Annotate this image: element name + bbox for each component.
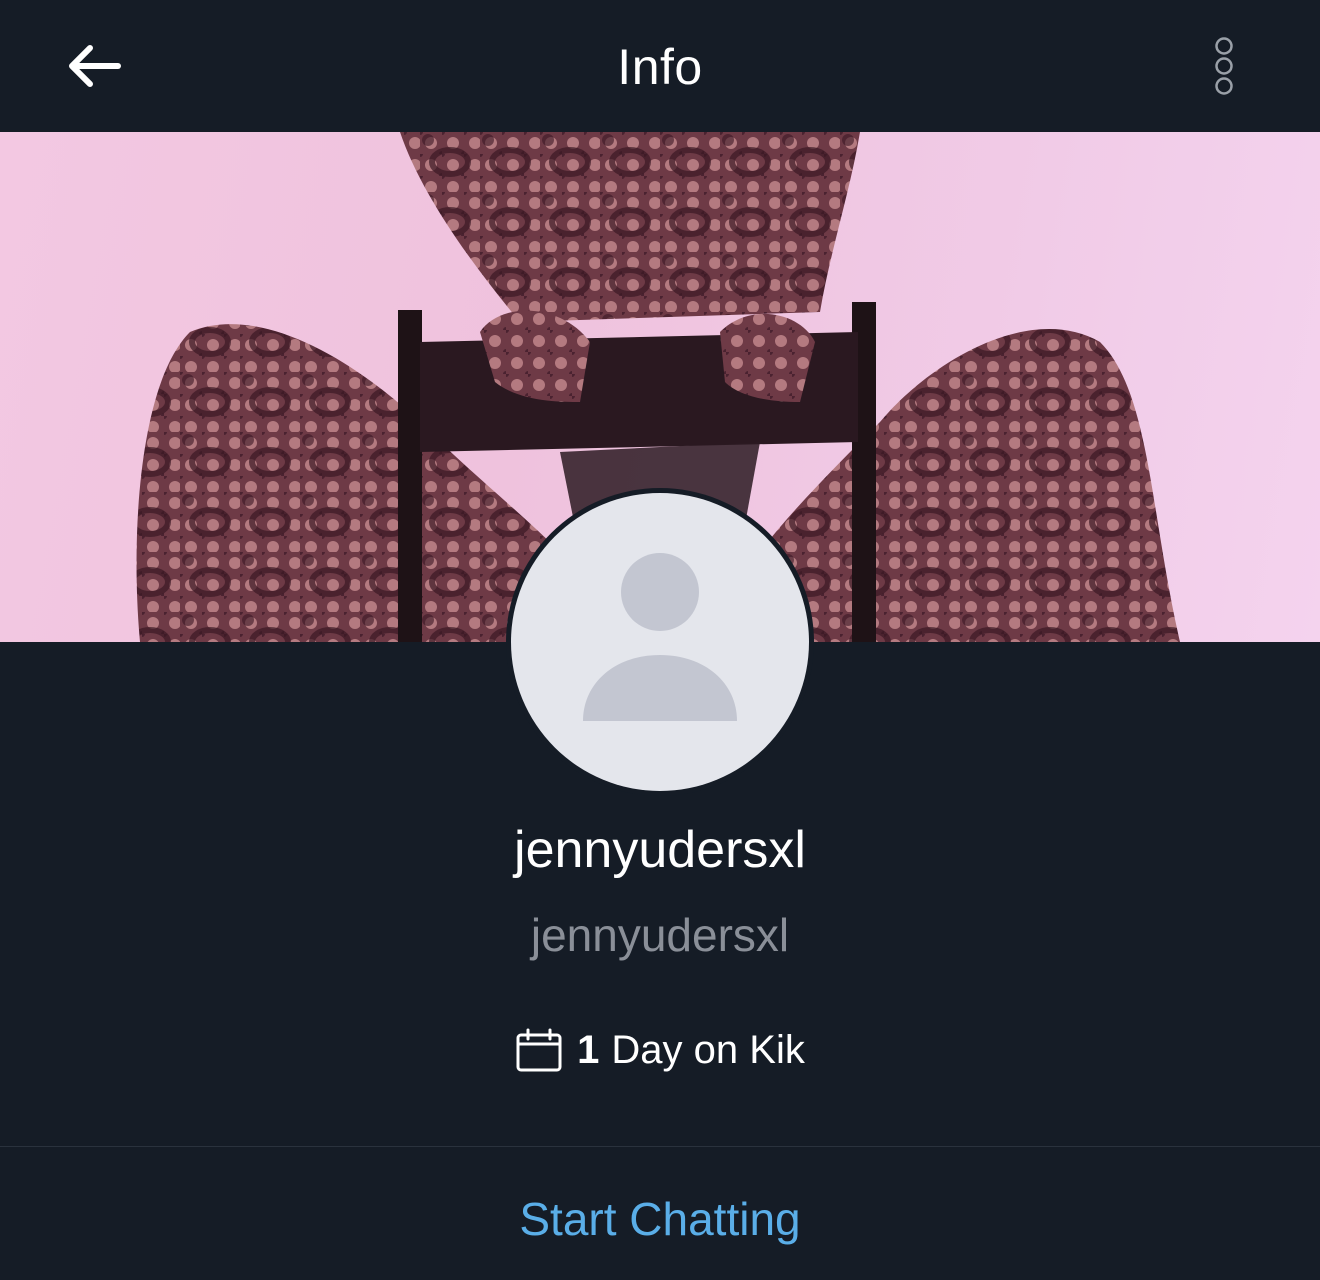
profile-info-screen: Info jennyudersxl jennyudersxl 1 Day on … xyxy=(0,0,1320,1280)
arrow-left-icon xyxy=(69,45,121,87)
account-age-label: Day on Kik xyxy=(611,1027,805,1072)
top-bar: Info xyxy=(0,0,1320,132)
calendar-icon xyxy=(515,1027,563,1073)
avatar[interactable] xyxy=(506,488,814,796)
default-avatar-icon xyxy=(511,493,809,791)
more-options-button[interactable] xyxy=(1196,30,1252,102)
username: jennyudersxl xyxy=(530,909,790,961)
page-title: Info xyxy=(617,39,703,95)
account-age-count: 1 xyxy=(577,1027,600,1072)
start-chatting-button[interactable]: Start Chatting xyxy=(0,1180,1320,1258)
account-age: 1 Day on Kik xyxy=(0,1018,1320,1082)
display-name: jennyudersxl xyxy=(514,821,806,879)
more-vertical-icon xyxy=(1215,37,1233,95)
divider xyxy=(0,1146,1320,1147)
back-button[interactable] xyxy=(56,30,132,102)
